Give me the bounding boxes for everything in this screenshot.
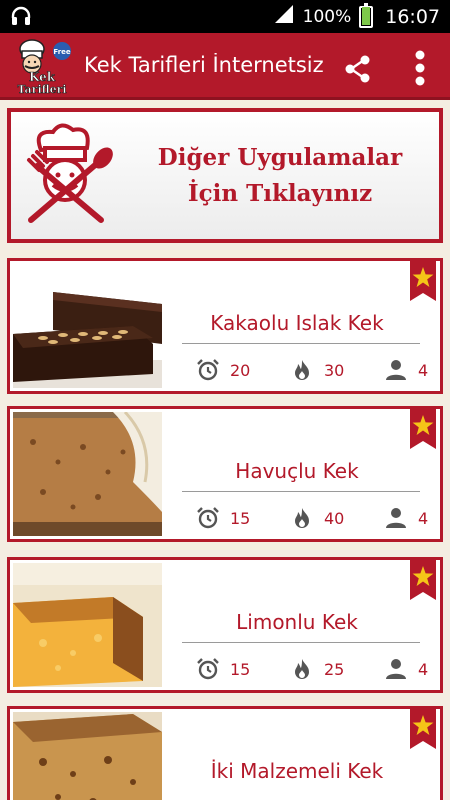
app-title: Kek Tarifleri İnternetsiz — [84, 53, 324, 77]
favorite-star-icon[interactable] — [410, 409, 436, 449]
person-icon — [386, 360, 406, 380]
divider — [182, 491, 420, 492]
prep-time: 15 — [230, 508, 251, 528]
share-icon — [345, 55, 370, 83]
favorite-star-icon[interactable] — [410, 709, 436, 749]
logo-badge: Free — [53, 48, 71, 56]
recipe-photo — [13, 712, 162, 800]
alarm-clock-icon — [197, 359, 219, 381]
recipe-stats: 15 40 4 — [196, 505, 428, 531]
divider — [182, 343, 420, 344]
recipe-stats: 15 25 4 — [196, 656, 428, 682]
status-bar: 100% 16:07 — [0, 0, 450, 33]
chef-utensils-icon — [27, 123, 113, 223]
recipe-stats: 20 30 4 — [196, 357, 428, 383]
app-logo[interactable]: Kek Tarifleri Free — [10, 37, 74, 96]
recipe-title: Havuçlu Kek — [235, 459, 359, 483]
servings: 4 — [418, 360, 429, 380]
banner-line-2: İçin Tıklayınız — [187, 180, 373, 207]
app-bar: Kek Tarifleri Free Kek Tarifleri İnterne… — [0, 33, 450, 100]
share-button[interactable] — [340, 51, 376, 87]
recipe-card[interactable]: İki Malzemeli Kek — [7, 706, 443, 800]
other-apps-banner[interactable]: Diğer Uygulamalar İçin Tıklayınız — [7, 108, 443, 243]
recipe-photo — [13, 264, 162, 388]
flame-icon — [295, 659, 309, 679]
banner-line-1: Diğer Uygulamalar — [157, 144, 403, 171]
headphones-icon — [10, 5, 32, 31]
recipe-card[interactable]: Havuçlu Kek 15 40 4 — [7, 406, 443, 542]
divider — [182, 642, 420, 643]
person-icon — [386, 508, 406, 528]
recipe-title: Kakaolu Islak Kek — [210, 311, 384, 335]
flame-icon — [295, 508, 309, 528]
battery-percent: 100% — [302, 6, 352, 27]
signal-icon — [273, 4, 295, 29]
favorite-star-icon[interactable] — [410, 261, 436, 301]
logo-text-top: Kek — [29, 70, 56, 84]
recipe-card[interactable]: Limonlu Kek 15 25 4 — [7, 557, 443, 693]
cook-heat: 40 — [324, 508, 345, 528]
alarm-clock-icon — [197, 658, 219, 680]
cook-heat: 30 — [324, 360, 345, 380]
logo-text-bottom: Tarifleri — [17, 83, 66, 95]
favorite-star-icon[interactable] — [410, 560, 436, 600]
servings: 4 — [418, 659, 429, 679]
alarm-clock-icon — [197, 507, 219, 529]
prep-time: 15 — [230, 659, 251, 679]
prep-time: 20 — [230, 360, 251, 380]
person-icon — [386, 659, 406, 679]
servings: 4 — [418, 508, 429, 528]
recipe-photo — [13, 412, 162, 536]
recipe-title: Limonlu Kek — [236, 610, 358, 634]
clock: 16:07 — [385, 5, 440, 28]
flame-icon — [295, 360, 309, 380]
overflow-menu-icon — [415, 50, 425, 86]
recipe-card[interactable]: Kakaolu Islak Kek 20 30 4 — [7, 258, 443, 394]
recipe-title: İki Malzemeli Kek — [210, 759, 384, 783]
battery-level — [362, 6, 371, 25]
battery-icon — [359, 2, 374, 28]
recipe-photo — [13, 563, 162, 687]
cook-heat: 25 — [324, 659, 345, 679]
overflow-menu-button[interactable] — [402, 47, 438, 87]
